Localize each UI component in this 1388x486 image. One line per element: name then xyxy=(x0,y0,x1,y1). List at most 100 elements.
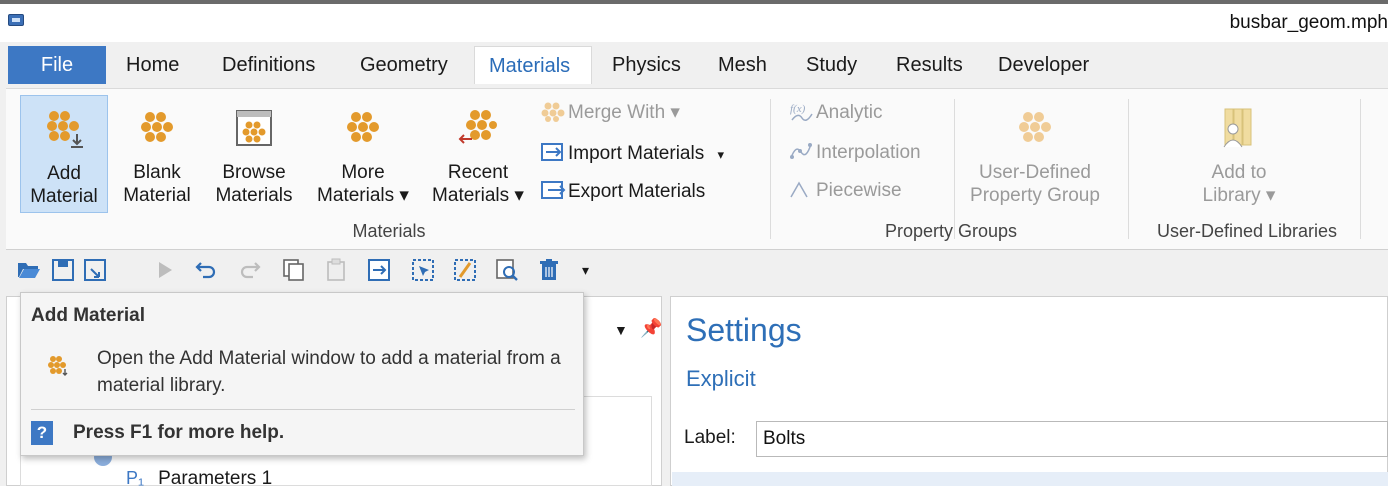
settings-title: Settings xyxy=(686,312,802,348)
app-icon[interactable] xyxy=(8,14,24,26)
save-icon[interactable] xyxy=(50,257,76,283)
title-bar: busbar_geom.mph xyxy=(0,4,1388,42)
ribbon-tab-bar: File Home Definitions Geometry Materials… xyxy=(0,42,1388,88)
run-icon[interactable] xyxy=(152,257,178,283)
recent-materials-label-2: Materials ▾ xyxy=(432,185,524,206)
add-material-icon xyxy=(48,356,68,376)
tab-study[interactable]: Study xyxy=(792,46,871,84)
tree-item-label: Parameters 1 xyxy=(158,468,273,486)
more-materials-label-1: More xyxy=(341,162,385,183)
blank-material-button[interactable]: Blank Material xyxy=(114,95,200,213)
ribbon-panel: Add Material Blank Material Browse Mater… xyxy=(6,88,1388,250)
blank-material-label-2: Material xyxy=(123,185,191,206)
recent-materials-label-1: Recent xyxy=(447,162,509,183)
recent-materials-icon xyxy=(458,110,497,144)
copy-icon[interactable] xyxy=(280,257,306,283)
browse-materials-button[interactable]: Browse Materials xyxy=(206,95,302,213)
pane-menu-dropdown-icon[interactable]: ▼ xyxy=(614,322,628,338)
property-group-icon xyxy=(1019,112,1051,142)
import-materials-button[interactable]: Import Materials ▾ xyxy=(540,138,724,170)
interpolation-label: Interpolation xyxy=(816,142,921,163)
tab-geometry[interactable]: Geometry xyxy=(346,46,462,84)
parameters-icon: P₁ xyxy=(126,468,145,486)
ribbon-separator xyxy=(1128,99,1129,239)
settings-subtitle: Explicit xyxy=(686,366,756,391)
export-materials-label: Export Materials xyxy=(568,181,706,202)
add-to-library-button[interactable]: Add to Library ▾ xyxy=(1176,95,1302,213)
export-materials-button[interactable]: Export Materials xyxy=(540,176,705,208)
quick-access-toolbar: ▾ xyxy=(6,252,1388,290)
piecewise-label: Piecewise xyxy=(816,180,902,201)
clear-icon[interactable] xyxy=(452,257,478,283)
tab-file[interactable]: File xyxy=(8,46,106,84)
piecewise-icon xyxy=(790,181,808,198)
tab-results[interactable]: Results xyxy=(882,46,977,84)
property-groups-group-label: Property Groups xyxy=(884,221,1018,241)
select-icon[interactable] xyxy=(410,257,436,283)
tab-definitions[interactable]: Definitions xyxy=(208,46,329,84)
interpolation-icon xyxy=(790,142,812,159)
browse-materials-icon xyxy=(236,110,272,146)
import-materials-label: Import Materials xyxy=(568,143,705,164)
quick-access-more-dropdown[interactable]: ▾ xyxy=(582,262,589,279)
tooltip: Add Material Open the Add Material windo… xyxy=(20,292,584,456)
interpolation-button[interactable]: Interpolation xyxy=(788,137,921,169)
browse-materials-label-1: Browse xyxy=(222,162,286,183)
ribbon-separator xyxy=(1360,99,1361,239)
tree-item-parameters[interactable]: P₁ Parameters 1 xyxy=(126,468,272,486)
tab-mesh[interactable]: Mesh xyxy=(704,46,781,84)
browse-materials-label-2: Materials xyxy=(215,185,293,206)
tooltip-help-text: Press F1 for more help. xyxy=(73,422,285,443)
settings-section-header xyxy=(672,472,1388,486)
analytic-icon: f(x) xyxy=(790,103,813,121)
add-material-label-1: Add xyxy=(47,163,81,184)
piecewise-button[interactable]: Piecewise xyxy=(788,175,902,207)
paste-icon[interactable] xyxy=(324,257,350,283)
user-defined-property-group-button[interactable]: User-Defined Property Group xyxy=(960,95,1110,213)
property-group-label-1: User-Defined xyxy=(979,162,1091,183)
materials-group-label: Materials xyxy=(352,221,426,241)
more-materials-button[interactable]: More Materials ▾ xyxy=(308,95,418,213)
recent-materials-button[interactable]: Recent Materials ▾ xyxy=(422,95,534,213)
export-materials-icon xyxy=(541,180,566,199)
open-icon[interactable] xyxy=(16,257,42,283)
merge-with-label: Merge With ▾ xyxy=(568,102,680,123)
add-material-button[interactable]: Add Material xyxy=(20,95,108,213)
label-field[interactable] xyxy=(756,421,1388,457)
merge-with-button[interactable]: Merge With ▾ xyxy=(540,97,680,129)
import-dropdown-arrow[interactable]: ▾ xyxy=(717,147,724,162)
tooltip-description: Open the Add Material window to add a ma… xyxy=(97,348,561,396)
pin-icon[interactable]: 📌 xyxy=(640,318,662,339)
more-materials-icon xyxy=(347,112,379,142)
undo-icon[interactable] xyxy=(192,257,218,283)
add-to-library-label-1: Add to xyxy=(1211,162,1267,183)
more-materials-label-2: Materials ▾ xyxy=(317,185,409,206)
duplicate-icon[interactable] xyxy=(366,257,392,283)
tab-developer[interactable]: Developer xyxy=(984,46,1103,84)
tab-home[interactable]: Home xyxy=(112,46,193,84)
label-field-caption: Label: xyxy=(684,427,736,448)
window-title: busbar_geom.mph xyxy=(1229,12,1388,33)
delete-icon[interactable] xyxy=(536,257,562,283)
blank-material-icon xyxy=(141,112,173,142)
help-icon: ? xyxy=(31,421,53,445)
user-defined-libraries-group-label: User-Defined Libraries xyxy=(1156,221,1338,241)
analytic-button[interactable]: f(x) Analytic xyxy=(788,97,883,129)
add-material-label-2: Material xyxy=(30,186,98,207)
blank-material-label-1: Blank xyxy=(133,162,181,183)
analytic-label: Analytic xyxy=(816,102,883,123)
svg-text:f(x): f(x) xyxy=(790,103,806,115)
tooltip-title: Add Material xyxy=(31,305,146,326)
save-as-icon[interactable] xyxy=(82,257,108,283)
tab-physics[interactable]: Physics xyxy=(598,46,695,84)
tooltip-divider xyxy=(31,409,575,410)
tab-materials[interactable]: Materials xyxy=(474,46,592,84)
add-to-library-label-2: Library ▾ xyxy=(1202,185,1276,206)
import-materials-icon xyxy=(541,142,563,161)
property-group-label-2: Property Group xyxy=(970,185,1100,206)
add-material-icon xyxy=(47,111,83,148)
ribbon-separator xyxy=(770,99,771,239)
find-icon[interactable] xyxy=(494,257,520,283)
redo-icon[interactable] xyxy=(238,257,264,283)
ribbon-separator xyxy=(954,99,955,239)
